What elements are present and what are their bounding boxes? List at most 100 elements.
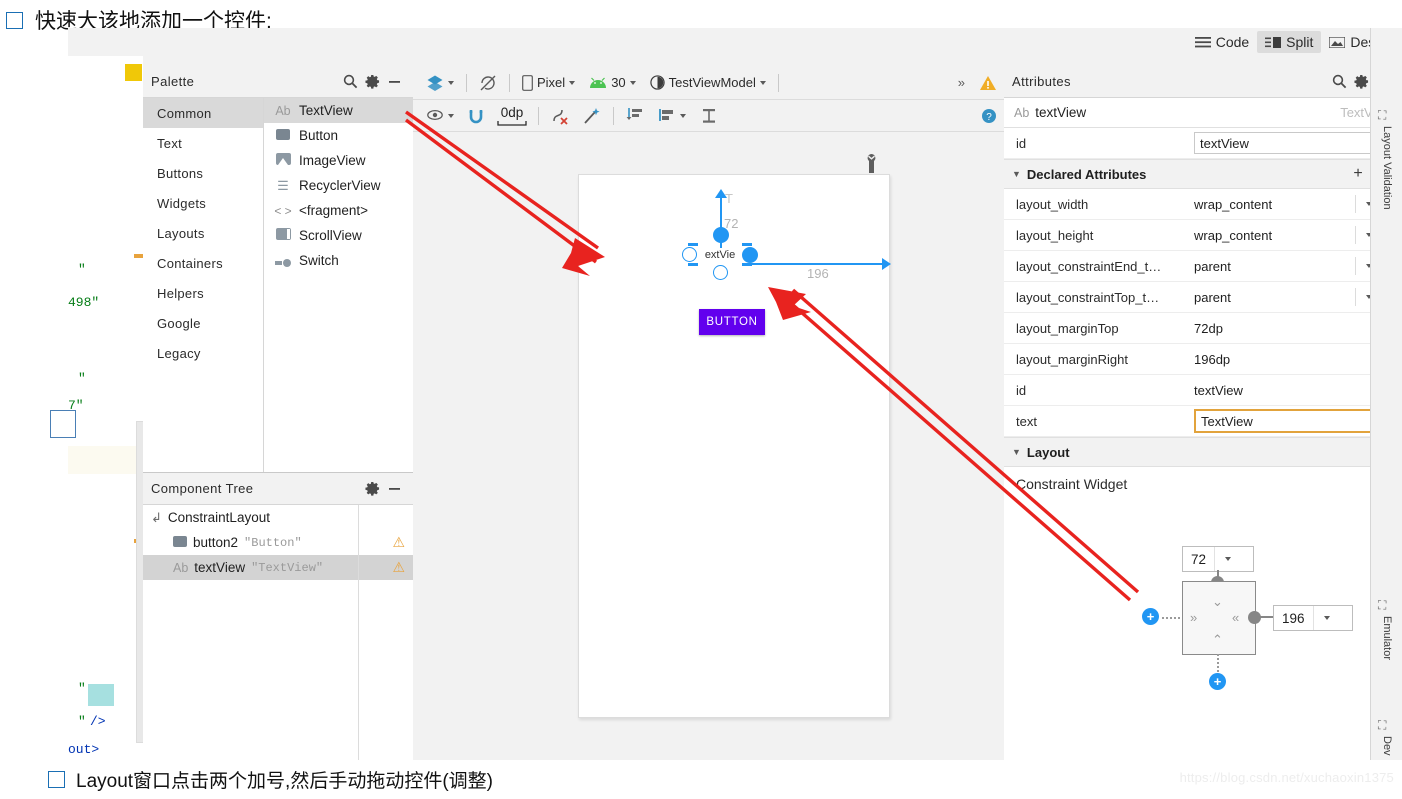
attr-id-input[interactable]: textView [1194,132,1394,154]
palette-item-textview[interactable]: Ab TextView [264,98,413,123]
palette-item-imageview[interactable]: ImageView [264,148,413,173]
device-selector[interactable]: Pixel [515,73,582,93]
component-tree-body[interactable]: ↲ ConstraintLayout button2 "Button" ⚠ Ab textV… [143,505,413,760]
warning-icon[interactable]: ⚠ [392,559,405,576]
device-frame[interactable]: T 72 196 extVie BUTTON [578,174,891,718]
attr-id-label: id [1016,135,1027,151]
eye-icon[interactable] [419,107,461,125]
palette-category-widgets[interactable]: Widgets [143,188,263,218]
bottom-anchor[interactable] [713,265,728,280]
rotate-blocked-icon[interactable] [472,72,504,94]
selection-handle[interactable] [688,243,698,246]
constraint-margin-top-field[interactable]: 72 [1182,546,1254,572]
gear-icon[interactable] [1350,71,1372,93]
selection-handle[interactable] [688,263,698,266]
left-anchor[interactable] [682,247,697,262]
api-selector[interactable]: 30 [582,73,642,92]
palette-item-button[interactable]: Button [264,123,413,148]
palette-category-list[interactable]: Common Text Buttons Widgets Layouts Container… [143,98,264,473]
palette-category-text[interactable]: Text [143,128,263,158]
attr-name-label: layout_marginRight [1016,351,1129,367]
attr-value-input[interactable]: TextView [1194,409,1374,433]
gear-icon[interactable] [361,71,383,93]
view-mode-split[interactable]: Split [1257,31,1322,53]
palette-category-legacy[interactable]: Legacy [143,338,263,368]
constraint-inner-down-chevron[interactable]: ⌄ [1212,594,1223,610]
attr-row-text[interactable]: text TextView [1004,406,1402,437]
attr-name-label: layout_constraintEnd_t… [1016,258,1162,274]
constraint-margin-right-field[interactable]: 196 [1273,605,1353,631]
chevron-down-icon[interactable] [1214,547,1241,571]
component-tree-node-button2[interactable]: button2 "Button" ⚠ [143,530,413,555]
button-widget[interactable]: BUTTON [699,309,765,335]
palette-category-helpers[interactable]: Helpers [143,278,263,308]
warning-icon[interactable] [972,73,1004,93]
palette-item-list[interactable]: Ab TextView Button ImageView ☰ RecyclerView < … [264,98,413,473]
minimize-icon[interactable] [383,71,405,93]
attr-value-cell[interactable]: 196dp [1188,352,1382,367]
distribute-icon[interactable] [693,105,725,127]
theme-selector[interactable]: TestViewModel [643,73,773,92]
design-canvas[interactable]: T 72 196 extVie BUTTON [413,132,1004,762]
layers-icon[interactable] [419,72,461,94]
constraint-widget[interactable]: 72 ⌄ ⌃ » « + 196 + [1134,536,1384,711]
add-attribute-button[interactable]: + [1353,165,1362,183]
clear-constraints-icon[interactable] [544,105,576,127]
attr-value-cell[interactable]: parent [1188,288,1382,306]
attr-row-layoutconstraintendt[interactable]: layout_constraintEnd_t… parent [1004,251,1402,282]
selection-handle[interactable] [742,263,752,266]
constraint-inner-left-arrows[interactable]: « [1232,610,1239,625]
palette-item-scrollview[interactable]: ScrollView [264,223,413,248]
magnet-icon[interactable] [461,106,491,126]
constraint-add-bottom-button[interactable]: + [1209,673,1226,690]
search-icon[interactable] [339,71,361,93]
guideline-icon[interactable] [619,105,651,127]
top-anchor[interactable] [713,227,729,243]
attr-row-layoutheight[interactable]: layout_height wrap_content [1004,220,1402,251]
search-icon[interactable] [1328,71,1350,93]
palette-category-google[interactable]: Google [143,308,263,338]
margin-right-label: 196 [807,266,829,281]
palette-category-layouts[interactable]: Layouts [143,218,263,248]
selection-handle[interactable] [742,243,752,246]
constraint-inner-up-chevron[interactable]: ⌃ [1212,632,1223,648]
editor-scrollbar[interactable] [136,421,143,743]
component-tree-node-constraintlayout[interactable]: ↲ ConstraintLayout [143,505,413,530]
palette-item-switch[interactable]: Switch [264,248,413,273]
palette-category-containers[interactable]: Containers [143,248,263,278]
attr-row-layoutwidth[interactable]: layout_width wrap_content [1004,189,1402,220]
right-anchor[interactable] [742,247,758,263]
align-icon[interactable] [651,105,693,127]
attr-row-layoutmargintop[interactable]: layout_marginTop 72dp [1004,313,1402,344]
warning-icon[interactable]: ⚠ [392,534,405,551]
attr-row-layoutconstrainttopt[interactable]: layout_constraintTop_t… parent [1004,282,1402,313]
magic-wand-icon[interactable] [576,105,608,127]
attr-row-layoutmarginright[interactable]: layout_marginRight 196dp [1004,344,1402,375]
attr-row-id[interactable]: id textView [1004,375,1402,406]
gear-icon[interactable] [361,478,383,500]
chevron-down-icon[interactable] [1312,606,1340,630]
palette-category-buttons[interactable]: Buttons [143,158,263,188]
attr-value-cell[interactable]: 72dp [1188,321,1382,336]
palette-category-common[interactable]: Common [143,98,263,128]
constraint-inner-right-arrows[interactable]: » [1190,610,1197,625]
textview-widget[interactable]: extVie [682,227,758,280]
attr-row-id[interactable]: id textView [1004,128,1402,159]
component-tree-node-textview[interactable]: Ab textView "TextView" ⚠ [143,555,413,580]
help-icon[interactable]: ? [974,106,1004,126]
minimize-icon[interactable] [383,478,405,500]
attr-value-cell[interactable]: wrap_content [1188,195,1382,213]
attr-value-cell[interactable]: parent [1188,257,1382,275]
attr-value-cell[interactable]: TextView [1188,409,1382,433]
palette-item-fragment[interactable]: < > <fragment> [264,198,413,223]
toolbar-overflow-button[interactable]: » [951,73,972,92]
constraint-add-left-button[interactable]: + [1142,608,1159,625]
view-mode-code[interactable]: Code [1187,31,1257,53]
palette-item-recyclerview[interactable]: ☰ RecyclerView [264,173,413,198]
code-editor-strip[interactable]: " 498" " 7" " "/> out> [68,56,143,762]
attr-value-cell[interactable]: wrap_content [1188,226,1382,244]
declared-attributes-section[interactable]: ▼ Declared Attributes + − [1004,159,1402,189]
attr-value-cell[interactable]: textView [1188,383,1382,398]
default-margin-button[interactable]: 0dp [491,105,533,126]
layout-section[interactable]: ▼ Layout [1004,437,1402,467]
